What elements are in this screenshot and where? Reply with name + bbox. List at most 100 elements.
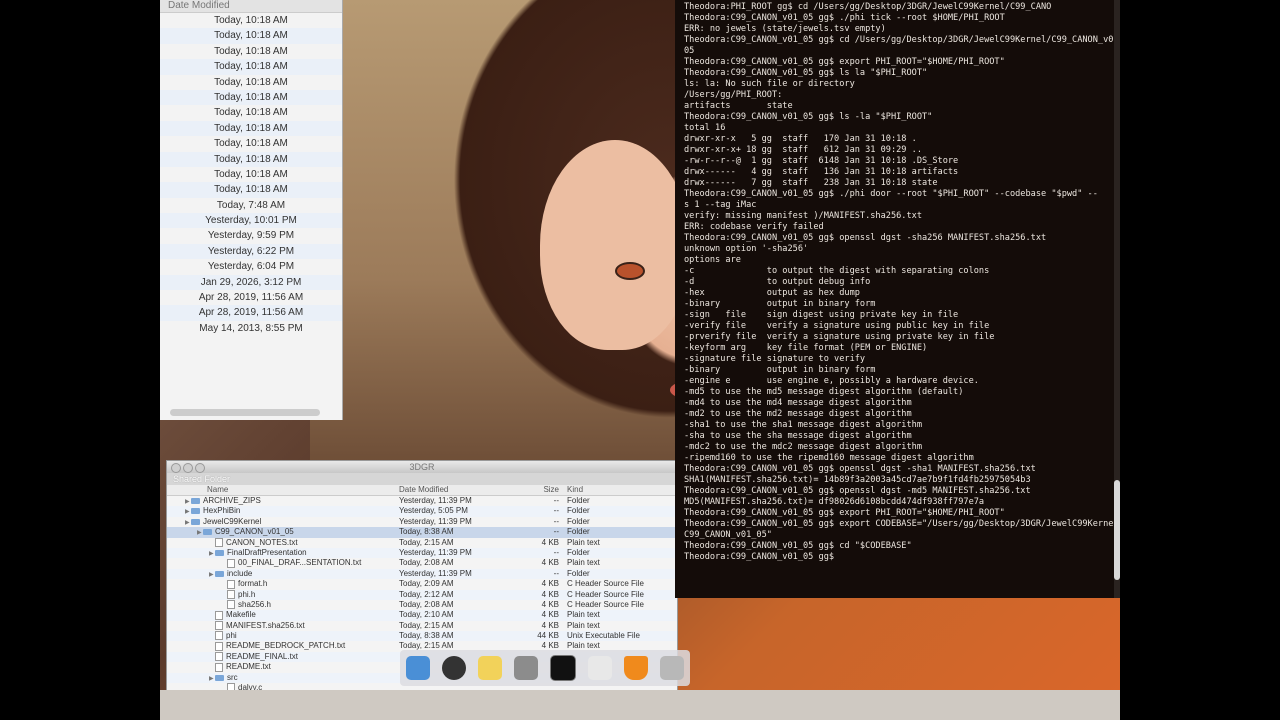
date-row[interactable]: Apr 28, 2019, 11:56 AM (160, 290, 342, 305)
terminal-line: Theodora:C99_CANON_v01_05 gg$ cd /Users/… (684, 35, 1120, 45)
document-icon (227, 589, 235, 599)
folder-icon (215, 549, 224, 556)
column-date-modified[interactable]: Date Modified (399, 485, 527, 495)
document-icon (215, 610, 223, 620)
table-row[interactable]: sha256.h Today, 2:08 AM 4 KB C Header Sourc… (167, 600, 677, 610)
file-date: Yesterday, 5:05 PM (399, 506, 468, 516)
file-name: include (227, 568, 253, 578)
date-modified-header[interactable]: Date Modified (160, 0, 342, 13)
date-row[interactable]: Yesterday, 6:22 PM (160, 243, 342, 260)
table-row[interactable]: ▶ FinalDraftPresentation Yesterday, 11:39 … (167, 547, 677, 559)
date-row[interactable]: Today, 10:18 AM (160, 151, 342, 167)
file-date: Today, 8:38 AM (399, 527, 454, 537)
file-kind: Folder (567, 568, 590, 578)
date-row[interactable]: Today, 10:18 AM (160, 13, 342, 28)
date-row[interactable]: Today, 10:18 AM (160, 75, 342, 90)
file-date: Today, 8:38 AM (399, 631, 454, 641)
table-row[interactable]: Makefile Today, 2:10 AM 4 KB Plain text (167, 610, 677, 621)
date-row[interactable]: Today, 10:18 AM (160, 28, 342, 44)
terminal-line: -mdc2 to use the mdc2 message digest alg… (684, 442, 922, 452)
file-date: Yesterday, 11:39 PM (399, 568, 472, 578)
table-row[interactable]: ▶ HexPhiBin Yesterday, 5:05 PM -- Folder (167, 506, 677, 517)
finder-titlebar[interactable]: 3DGR (167, 461, 677, 473)
date-row[interactable]: Yesterday, 9:59 PM (160, 228, 342, 243)
table-row[interactable]: format.h Today, 2:09 AM 4 KB C Header Sourc… (167, 579, 677, 589)
file-date: Today, 2:08 AM (399, 558, 454, 568)
terminal-line: Theodora:C99_CANON_v01_05 gg$ export PHI… (684, 508, 1005, 518)
file-name: MANIFEST.sha256.txt (226, 620, 305, 630)
file-date: Yesterday, 11:39 PM (399, 547, 472, 557)
terminal-line: Theodora:C99_CANON_v01_05 gg$ export PHI… (684, 57, 1005, 67)
file-size: 4 KB (541, 537, 559, 547)
terminal-line: drwxr-xr-x+ 18 gg staff 612 Jan 31 09:29… (684, 145, 922, 155)
terminal-line: SHA1(MANIFEST.sha256.txt)= 14b89f3a2003a… (684, 475, 1031, 485)
date-row[interactable]: Today, 10:18 AM (160, 44, 342, 59)
zoom-icon[interactable] (195, 463, 205, 473)
folder-icon (191, 518, 200, 525)
file-size: -- (553, 516, 559, 526)
date-row[interactable]: Apr 28, 2019, 11:56 AM (160, 305, 342, 321)
finder-icon[interactable] (406, 656, 430, 680)
file-date: Today, 2:12 AM (399, 589, 454, 599)
date-row[interactable]: Yesterday, 10:01 PM (160, 213, 342, 229)
horizontal-scrollbar[interactable] (170, 409, 320, 416)
table-row[interactable]: 00_FINAL_DRAF...SENTATION.txt Today, 2:08… (167, 558, 677, 568)
column-name[interactable]: Name (167, 485, 399, 495)
close-icon[interactable] (171, 463, 181, 473)
table-row[interactable]: ▶ C99_CANON_v01_05 Today, 8:38 AM -- Folder (167, 527, 677, 538)
date-row[interactable]: Today, 10:18 AM (160, 167, 342, 182)
date-row[interactable]: Jan 29, 2026, 3:12 PM (160, 274, 342, 291)
file-name: FinalDraftPresentation (227, 547, 307, 557)
preview-icon[interactable] (588, 656, 612, 680)
trash-icon[interactable] (660, 656, 684, 680)
table-row[interactable]: MANIFEST.sha256.txt Today, 2:15 AM 4 KB Pla… (167, 621, 677, 631)
table-row[interactable]: CANON_NOTES.txt Today, 2:15 AM 4 KB Plain t… (167, 538, 677, 548)
terminal-icon[interactable] (550, 655, 576, 681)
terminal-line: Theodora:C99_CANON_v01_05 gg$ ls la "$PH… (684, 68, 928, 78)
date-modified-list-window: Date Modified Today, 10:18 AM Today, 10:1… (160, 0, 343, 420)
dock (400, 650, 690, 686)
finder-title: 3DGR (409, 462, 435, 472)
date-row[interactable]: Today, 10:18 AM (160, 120, 342, 137)
table-row[interactable]: phi.h Today, 2:12 AM 4 KB C Header Source F… (167, 589, 677, 600)
date-row[interactable]: Today, 10:18 AM (160, 105, 342, 120)
terminal-line: -sha to use the sha message digest algor… (684, 431, 912, 441)
terminal-line: drwxr-xr-x 5 gg staff 170 Jan 31 10:18 . (684, 134, 917, 144)
column-kind[interactable]: Kind (567, 485, 667, 495)
terminal-window[interactable]: Theodora:PHI_ROOT gg$ cd /Users/gg/Deskt… (675, 0, 1120, 598)
date-row[interactable]: Yesterday, 6:04 PM (160, 259, 342, 274)
file-date: Today, 2:09 AM (399, 579, 454, 589)
date-row[interactable]: Today, 10:18 AM (160, 89, 342, 106)
table-row[interactable]: phi Today, 8:38 AM 44 KB Unix Executable Fi… (167, 631, 677, 642)
terminal-line: -signature file signature to verify (684, 354, 866, 364)
terminal-line: -md2 to use the md2 message digest algor… (684, 409, 912, 419)
date-row[interactable]: Today, 10:18 AM (160, 59, 342, 75)
document-icon (215, 621, 223, 631)
vlc-icon[interactable] (624, 656, 648, 680)
terminal-line: ls: la: No such file or directory (684, 79, 855, 89)
dashboard-icon[interactable] (442, 656, 466, 680)
file-size: -- (553, 496, 559, 505)
terminal-line: Theodora:C99_CANON_v01_05 gg$ ls -la "$P… (684, 112, 933, 122)
terminal-line: /Users/gg/PHI_ROOT: (684, 90, 783, 100)
table-row[interactable]: ▶ JewelC99Kernel Yesterday, 11:39 PM -- Fold… (167, 517, 677, 527)
stickies-icon[interactable] (478, 656, 502, 680)
table-row[interactable]: ▶ include Yesterday, 11:39 PM -- Folder (167, 568, 677, 580)
terminal-line: -ripemd160 to use the ripemd160 message … (684, 453, 974, 463)
terminal-line: -md4 to use the md4 message digest algor… (684, 398, 912, 408)
photo-icon[interactable] (514, 656, 538, 680)
file-name: ARCHIVE_ZIPS (203, 496, 261, 505)
date-row[interactable]: Today, 10:18 AM (160, 182, 342, 198)
file-kind: Unix Executable File (567, 631, 640, 641)
date-row[interactable]: May 14, 2013, 8:55 PM (160, 321, 342, 336)
date-row[interactable]: Today, 7:48 AM (160, 198, 342, 213)
file-kind: Folder (567, 527, 590, 537)
minimize-icon[interactable] (183, 463, 193, 473)
terminal-output: Theodora:PHI_ROOT gg$ cd /Users/gg/Deskt… (684, 2, 1120, 563)
terminal-scroll-thumb[interactable] (1114, 480, 1120, 580)
table-row[interactable]: ▶ ARCHIVE_ZIPS Yesterday, 11:39 PM -- Folder (167, 496, 677, 506)
column-size[interactable]: Size (527, 485, 567, 495)
file-name: 00_FINAL_DRAF...SENTATION.txt (238, 558, 362, 568)
file-date: Today, 2:15 AM (399, 620, 454, 630)
date-row[interactable]: Today, 10:18 AM (160, 136, 342, 151)
